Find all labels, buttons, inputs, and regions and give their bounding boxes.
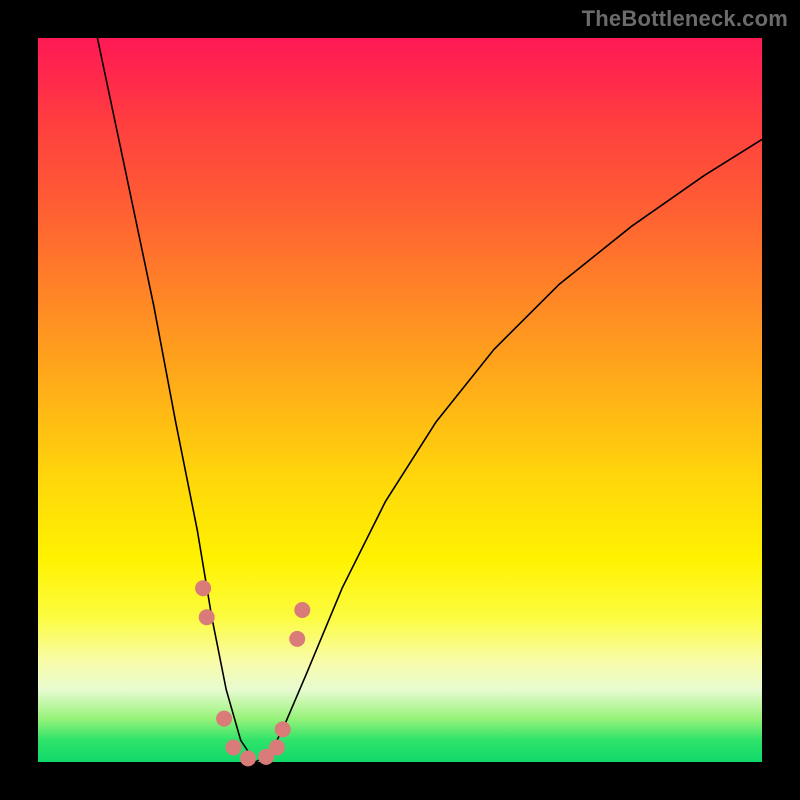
curve-layer [38, 38, 762, 762]
curve-marker [199, 609, 215, 625]
chart-frame: TheBottleneck.com [0, 0, 800, 800]
curve-marker [289, 631, 305, 647]
curve-marker [294, 602, 310, 618]
bottleneck-curve [38, 0, 762, 762]
curve-marker [240, 750, 256, 766]
curve-marker [226, 740, 242, 756]
curve-marker [275, 721, 291, 737]
curve-marker [216, 711, 232, 727]
curve-marker [195, 580, 211, 596]
watermark-text: TheBottleneck.com [582, 6, 788, 32]
curve-marker [269, 740, 285, 756]
plot-area [38, 38, 762, 762]
curve-markers [195, 580, 310, 766]
